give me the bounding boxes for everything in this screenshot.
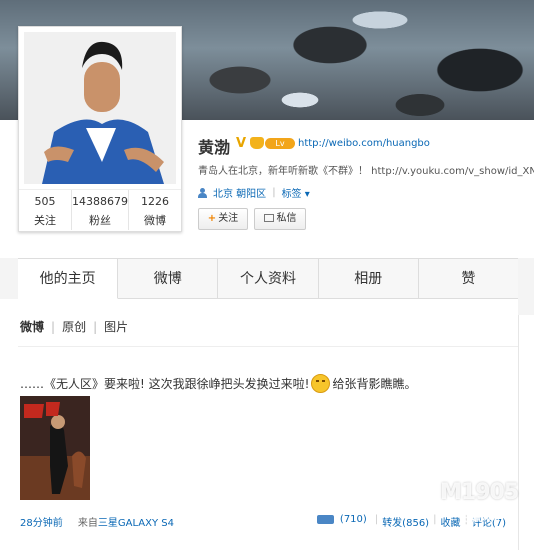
- stat-following-count: 505: [34, 195, 56, 208]
- post-source: 来自三星GALAXY S4: [78, 518, 174, 529]
- emoji-icon: [311, 374, 331, 393]
- repost-button[interactable]: 转发(856): [378, 514, 433, 529]
- message-button[interactable]: 私信: [254, 208, 306, 230]
- feed-subtabs: 微博 | 原创 | 图片: [20, 318, 128, 335]
- post-source-label: 来自: [77, 518, 98, 529]
- post-image-thumbnail[interactable]: [20, 396, 90, 500]
- tab-likes[interactable]: 赞: [418, 259, 519, 299]
- feed-divider: [18, 346, 518, 347]
- profile-stats: 505 关注 14388679 粉丝 1226 微博: [19, 189, 181, 230]
- stat-followers-count: 14388679: [72, 195, 128, 208]
- crown-icon[interactable]: [250, 137, 264, 149]
- separator: |: [93, 319, 98, 334]
- profile-url-link[interactable]: http://weibo.com/huangbo: [298, 138, 430, 149]
- post-time-link[interactable]: 28分钟前: [20, 518, 63, 529]
- follow-button[interactable]: + 关注: [198, 208, 248, 230]
- post-device-link[interactable]: 三星GALAXY S4: [98, 518, 174, 529]
- follow-label: 关注: [218, 213, 239, 224]
- profile-name: 黄渤: [198, 138, 231, 157]
- verified-icon[interactable]: V: [236, 136, 246, 151]
- main-tabs: 他的主页 微博 个人资料 相册 赞: [18, 258, 519, 299]
- separator: |: [51, 319, 56, 334]
- location-row: 北京 朝阳区 | 标签 ▾: [198, 185, 310, 200]
- post-text: ……《无人区》要来啦! 这次我跟徐峥把头发换过来啦! 给张背影瞧瞧。: [20, 374, 416, 393]
- like-button[interactable]: (710): [313, 514, 375, 529]
- subtab-original[interactable]: 原创: [62, 318, 86, 335]
- watermark-logo: M1905: [440, 480, 519, 505]
- watermark-subtitle: 电影网: [458, 509, 500, 525]
- post-text-part1: ……《无人区》要来啦! 这次我跟徐峥把头发换过来啦!: [20, 377, 310, 391]
- stat-following[interactable]: 505 关注: [19, 190, 71, 230]
- tab-weibo[interactable]: 微博: [118, 259, 219, 299]
- stat-following-label: 关注: [34, 214, 56, 227]
- plus-icon: +: [207, 213, 217, 224]
- stat-posts-count: 1226: [141, 195, 169, 208]
- profile-bio: 青岛人在北京，新年听新歌《不群》！ http://v.youku.com/v_s…: [198, 166, 534, 177]
- avatar-card: 505 关注 14388679 粉丝 1226 微博: [18, 26, 182, 232]
- level-badge[interactable]: Lv: [265, 138, 295, 149]
- stat-followers[interactable]: 14388679 粉丝: [71, 190, 128, 230]
- subtab-images[interactable]: 图片: [104, 318, 128, 335]
- like-count: (710): [339, 514, 367, 525]
- post-footer: 28分钟前 来自三星GALAXY S4 (710) | 转发(856) | 收藏…: [20, 514, 510, 529]
- stat-followers-label: 粉丝: [89, 214, 111, 227]
- subtab-weibo[interactable]: 微博: [20, 318, 44, 335]
- post-text-part2: 给张背影瞧瞧。: [332, 377, 417, 391]
- thumbs-up-icon: [316, 514, 334, 524]
- stat-posts-label: 微博: [144, 214, 166, 227]
- stat-posts[interactable]: 1226 微博: [128, 190, 181, 230]
- envelope-icon: [263, 214, 274, 222]
- location-link[interactable]: 北京 朝阳区: [213, 185, 266, 200]
- separator: |: [272, 187, 276, 198]
- message-label: 私信: [276, 213, 297, 224]
- tab-profile-info[interactable]: 个人资料: [218, 259, 319, 299]
- person-icon: [198, 187, 207, 198]
- tags-link[interactable]: 标签 ▾: [282, 185, 310, 200]
- avatar[interactable]: [24, 32, 176, 184]
- tab-home[interactable]: 他的主页: [18, 259, 119, 299]
- tab-album[interactable]: 相册: [318, 259, 419, 299]
- right-column: [518, 315, 534, 550]
